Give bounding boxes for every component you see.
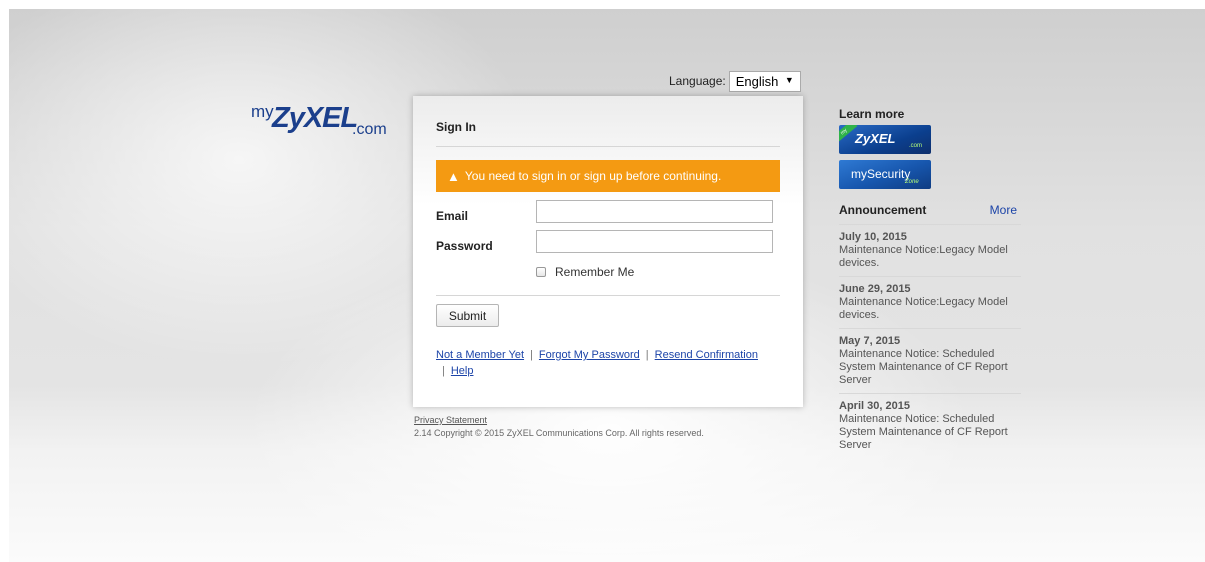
page-footer: Privacy Statement 2.14 Copyright © 2015 … [414, 414, 704, 440]
announcement-text: Maintenance Notice: Scheduled System Mai… [839, 413, 1008, 451]
dropdown-arrow-icon: ▼ [784, 74, 794, 85]
password-field[interactable] [536, 230, 773, 253]
link-separator: | [645, 349, 649, 361]
logo-my: my [251, 102, 274, 121]
remember-me-checkbox[interactable] [536, 267, 546, 277]
remember-me-label: Remember Me [555, 265, 635, 279]
announcement-text: Maintenance Notice: Scheduled System Mai… [839, 348, 1008, 386]
myzyxel-logo[interactable]: my ZyXEL .com [251, 102, 391, 142]
forgot-password-link[interactable]: Forgot My Password [539, 349, 640, 361]
announcement-date: July 10, 2015 [839, 231, 907, 243]
mysecurity-zone-badge-link[interactable]: mySecurity Zone [839, 160, 931, 189]
form-divider [436, 295, 780, 296]
logo-dotcom: .com [352, 121, 387, 138]
sign-in-title: Sign In [436, 120, 476, 134]
announcement-date: May 7, 2015 [839, 335, 901, 347]
page-background: my ZyXEL .com Language: English ▼ Sign I… [9, 9, 1205, 562]
announcement-item[interactable]: May 7, 2015 Maintenance Notice: Schedule… [839, 328, 1021, 393]
remember-me-row[interactable]: Remember Me [536, 265, 634, 279]
announcement-more-link[interactable]: More [990, 203, 1017, 217]
announcement-item[interactable]: July 10, 2015 Maintenance Notice:Legacy … [839, 224, 1021, 276]
email-label: Email [436, 209, 469, 223]
badge-zyxel-name: ZyXEL [855, 131, 896, 146]
myzyxel-badge-link[interactable]: my ZyXEL .com [839, 125, 931, 154]
signin-alert: ▲ You need to sign in or sign up before … [436, 160, 780, 192]
announcement-date: April 30, 2015 [839, 400, 910, 412]
sign-in-panel: Sign In ▲ You need to sign in or sign up… [413, 96, 803, 407]
link-separator: | [442, 365, 445, 377]
alert-message: You need to sign in or sign up before co… [464, 169, 722, 183]
privacy-statement-link[interactable]: Privacy Statement [414, 415, 487, 425]
title-divider [436, 146, 780, 147]
password-label: Password [436, 239, 493, 253]
badge-security-suffix: Zone [905, 179, 919, 185]
badge-security-name: mySecurity [851, 167, 911, 181]
link-separator: | [530, 349, 533, 361]
learn-more-title: Learn more [839, 107, 905, 121]
announcement-item[interactable]: June 29, 2015 Maintenance Notice:Legacy … [839, 276, 1021, 328]
warning-icon: ▲ [447, 168, 460, 184]
language-label: Language: [669, 74, 726, 88]
language-selected-value: English [735, 73, 779, 89]
announcement-text: Maintenance Notice:Legacy Model devices. [839, 244, 1008, 269]
logo-brand: ZyXEL [272, 102, 358, 134]
resend-confirmation-link[interactable]: Resend Confirmation [655, 349, 758, 361]
language-selector-group: Language: English ▼ [669, 70, 801, 92]
badge-zyxel-suffix: .com [909, 143, 923, 149]
not-a-member-link[interactable]: Not a Member Yet [436, 349, 524, 361]
account-links: Not a Member Yet | Forgot My Password | Rese… [436, 347, 786, 379]
announcement-title: Announcement [839, 203, 927, 217]
announcement-text: Maintenance Notice:Legacy Model devices. [839, 296, 1008, 321]
copyright-text: 2.14 Copyright © 2015 ZyXEL Communicatio… [414, 428, 704, 438]
submit-button[interactable]: Submit [436, 304, 499, 327]
announcement-header: Announcement More [839, 203, 1021, 217]
announcement-list: July 10, 2015 Maintenance Notice:Legacy … [839, 224, 1021, 458]
announcement-item[interactable]: April 30, 2015 Maintenance Notice: Sched… [839, 393, 1021, 458]
sidebar: Learn more my ZyXEL .com mySecurity Zone… [839, 107, 1021, 458]
announcement-date: June 29, 2015 [839, 283, 911, 295]
language-select[interactable]: English ▼ [728, 70, 801, 92]
help-link[interactable]: Help [451, 365, 474, 377]
email-field[interactable] [536, 200, 773, 223]
